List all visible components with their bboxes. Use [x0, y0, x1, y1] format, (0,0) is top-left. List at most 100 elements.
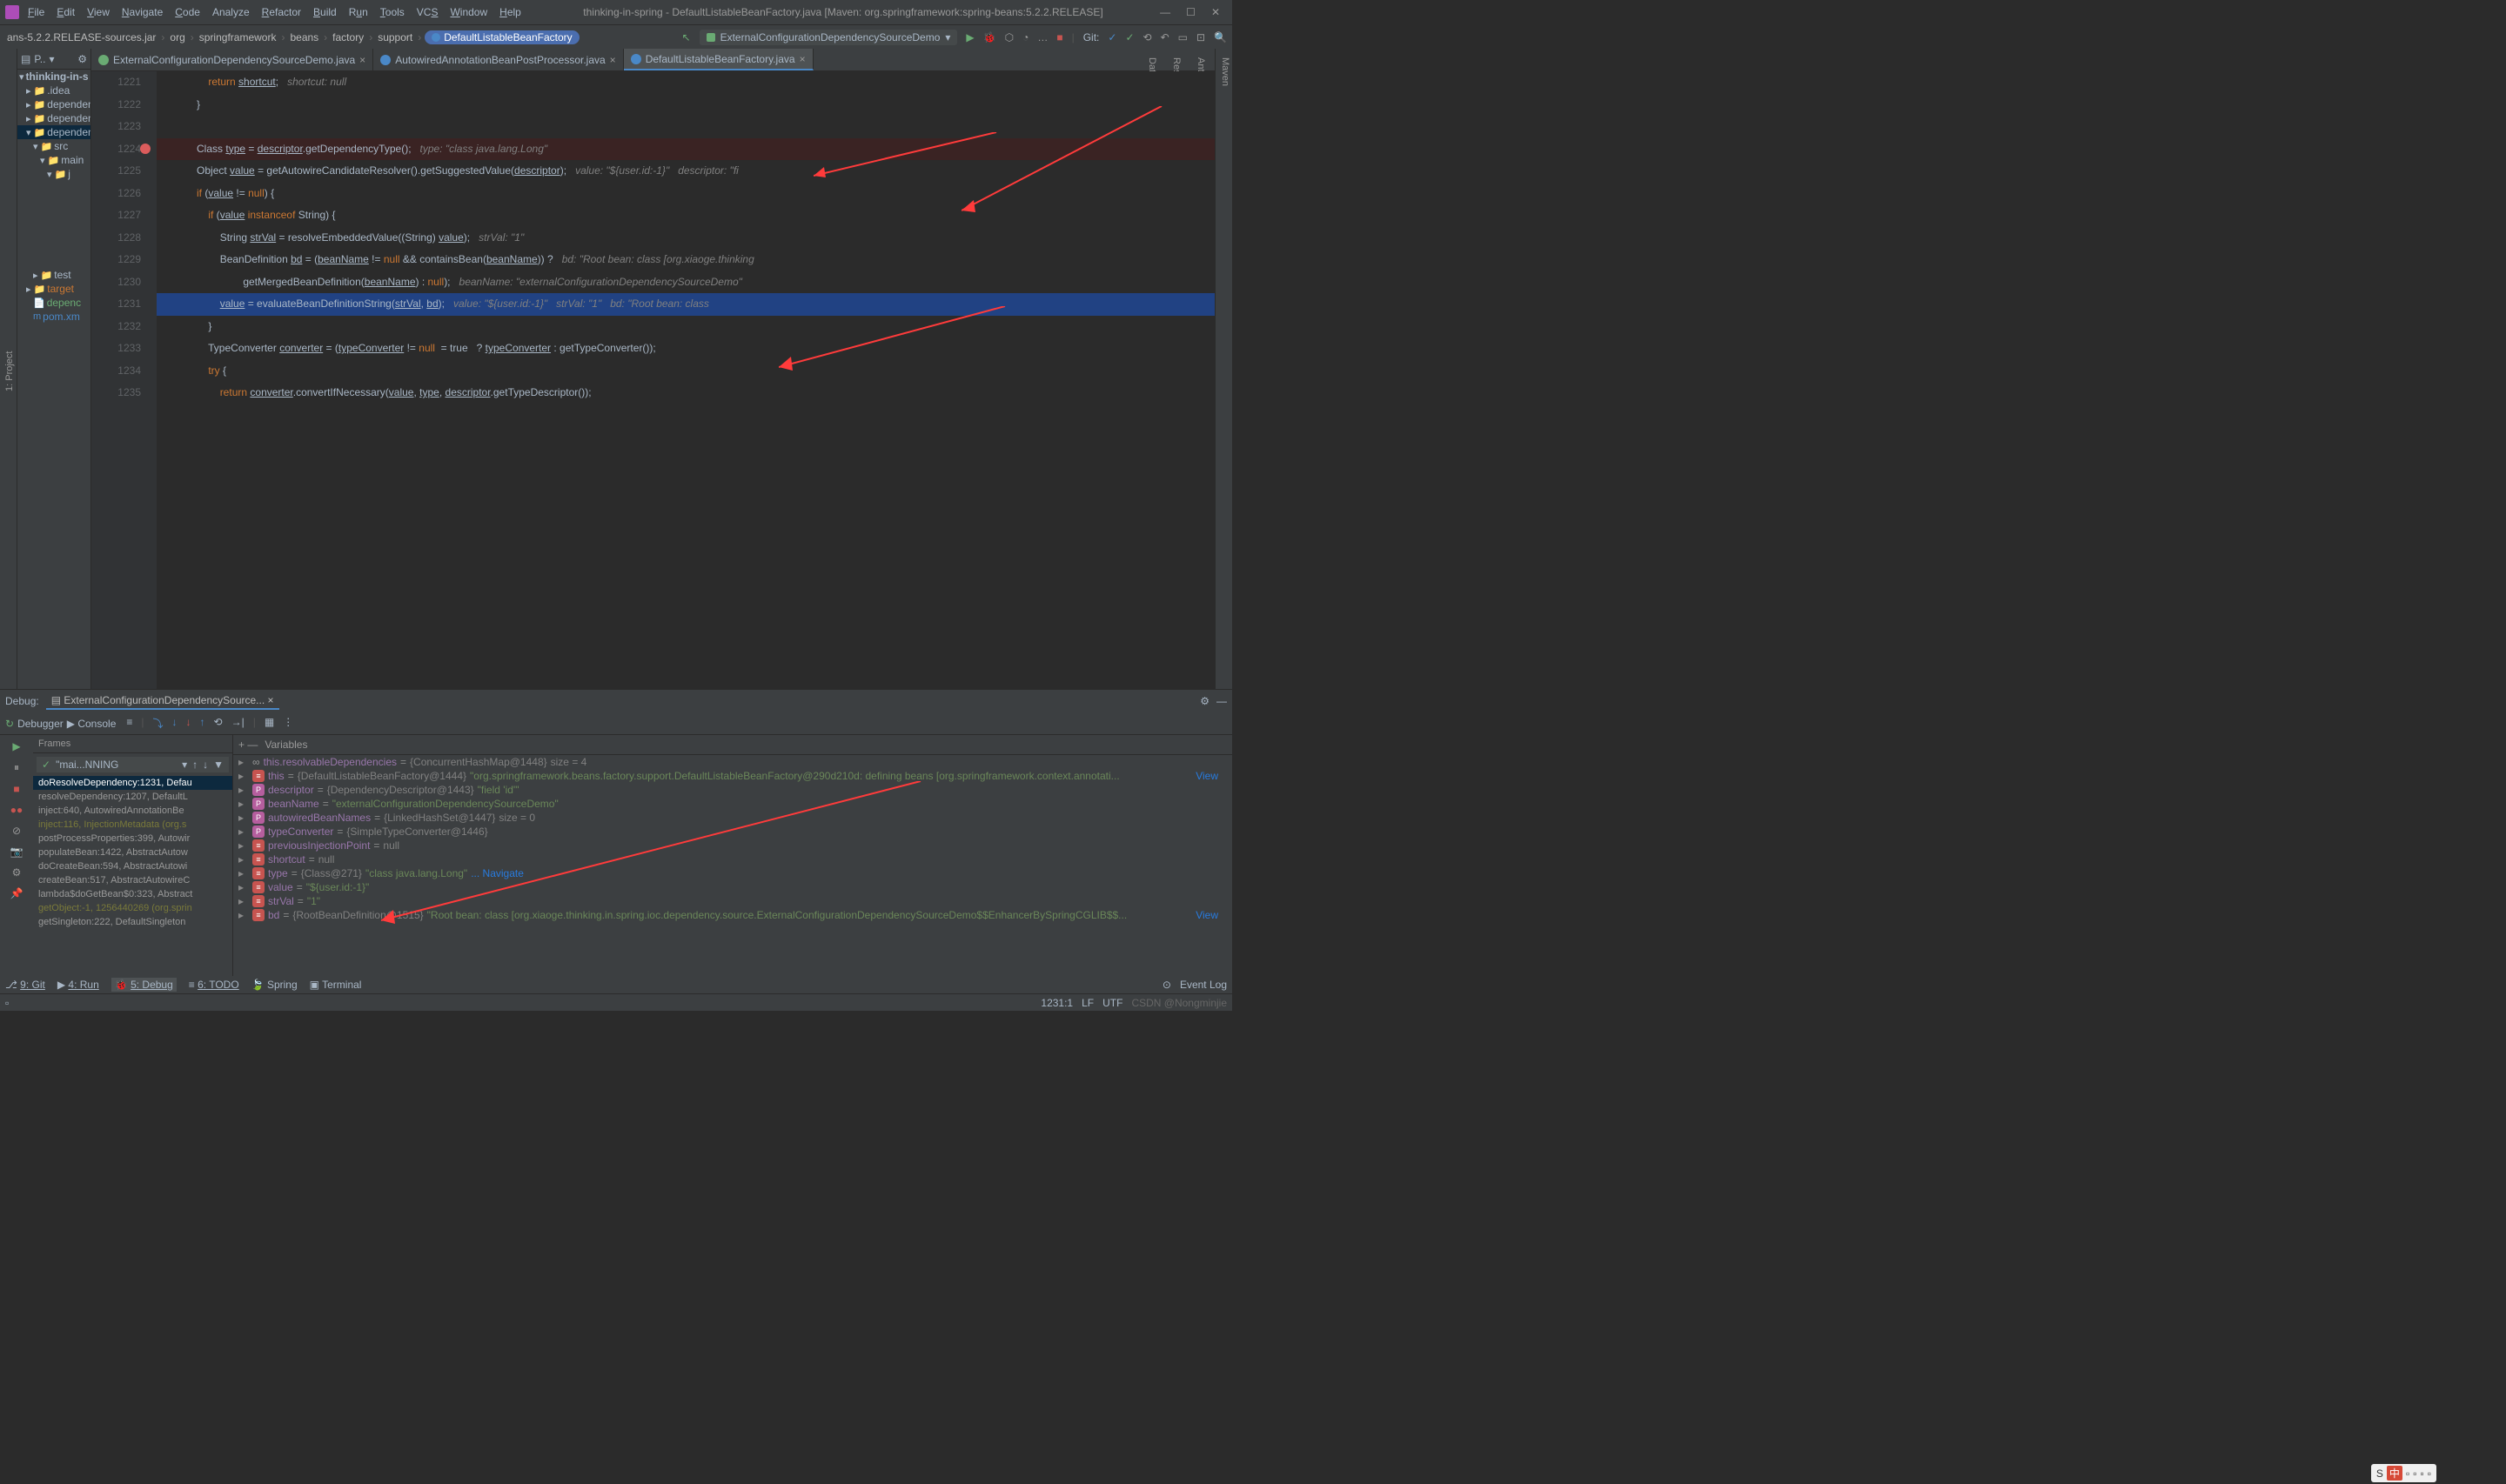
- git-commit-icon[interactable]: ✓: [1125, 31, 1134, 43]
- tree-node[interactable]: 📄 depenc: [17, 296, 90, 310]
- variable-row[interactable]: ▸≡ previousInjectionPoint = null: [233, 839, 1232, 852]
- menu-navigate[interactable]: Navigate: [117, 4, 168, 20]
- tree-node[interactable]: ▸ 📁 dependen: [17, 97, 90, 111]
- tree-root[interactable]: ▾ thinking-in-s: [17, 70, 90, 84]
- menu-vcs[interactable]: VCS: [412, 4, 444, 20]
- variable-row[interactable]: ▸∞ this.resolvableDependencies = {Concur…: [233, 755, 1232, 769]
- debug-icon[interactable]: 🐞: [983, 31, 996, 43]
- mute-icon[interactable]: ⊘: [12, 825, 21, 837]
- breadcrumb-seg[interactable]: ans-5.2.2.RELEASE-sources.jar: [5, 31, 157, 43]
- pause-icon[interactable]: ⏸: [14, 761, 19, 774]
- tree-node[interactable]: ▸ 📁 target: [17, 282, 90, 296]
- minimize-button[interactable]: —: [1160, 6, 1170, 18]
- project-tool-button[interactable]: 1: Project: [3, 54, 17, 689]
- evaluate-icon[interactable]: ▦: [265, 716, 274, 731]
- run-tool-button[interactable]: ▶ 4: Run: [57, 979, 99, 991]
- stack-frame[interactable]: lambda$doGetBean$0:323, Abstract: [33, 887, 232, 901]
- force-step-icon[interactable]: ↓: [186, 716, 191, 731]
- tree-node[interactable]: ▸ 📁 dependen: [17, 111, 90, 125]
- maven-tool-button[interactable]: Maven: [1218, 54, 1232, 689]
- git-update-icon[interactable]: ✓: [1108, 31, 1116, 43]
- breadcrumb-file[interactable]: DefaultListableBeanFactory: [425, 30, 579, 44]
- git-history-icon[interactable]: ⟲: [1143, 31, 1152, 43]
- close-button[interactable]: ✕: [1211, 6, 1220, 18]
- rerun-icon[interactable]: ↻: [5, 718, 14, 730]
- thread-selector[interactable]: ✓"mai...NNING▾ ↑ ↓ ▼: [37, 757, 229, 772]
- todo-tool-button[interactable]: ≡ 6: TODO: [189, 979, 239, 991]
- search-icon[interactable]: 🔍: [1214, 31, 1227, 43]
- step-over-icon[interactable]: ⤵: [153, 716, 164, 731]
- run-icon[interactable]: ▶: [966, 31, 974, 43]
- tree-node[interactable]: m pom.xm: [17, 310, 90, 324]
- menu-file[interactable]: FFileile: [23, 4, 50, 20]
- tree-node[interactable]: ▾ 📁 j: [17, 167, 90, 181]
- menu-code[interactable]: Code: [170, 4, 205, 20]
- stack-frame[interactable]: doCreateBean:594, AbstractAutowi: [33, 859, 232, 873]
- variable-row[interactable]: ▸P beanName = "externalConfigurationDepe…: [233, 797, 1232, 811]
- profile-icon[interactable]: ◔: [1022, 31, 1029, 43]
- step-out-icon[interactable]: ↑: [200, 716, 205, 731]
- tree-node[interactable]: ▾ 📁 src: [17, 139, 90, 153]
- close-tab-icon[interactable]: ×: [359, 54, 365, 66]
- menu-view[interactable]: View: [82, 4, 115, 20]
- gear-icon[interactable]: ⚙: [1200, 695, 1209, 707]
- status-icon[interactable]: ▫: [5, 997, 9, 1009]
- variable-row[interactable]: ▸≡ value = "${user.id:-1}": [233, 880, 1232, 894]
- tree-node[interactable]: ▾ 📁 dependen: [17, 125, 90, 139]
- variable-row[interactable]: ▸P descriptor = {DependencyDescriptor@14…: [233, 783, 1232, 797]
- variable-row[interactable]: ▸≡ shortcut = null: [233, 852, 1232, 866]
- stack-frame[interactable]: inject:640, AutowiredAnnotationBe: [33, 804, 232, 818]
- stack-frame[interactable]: postProcessProperties:399, Autowir: [33, 832, 232, 846]
- code-editor[interactable]: 1221122212231224122512261227122812291230…: [91, 71, 1215, 689]
- hide-icon[interactable]: —: [1216, 695, 1227, 707]
- thread-dump-icon[interactable]: 📷: [10, 846, 23, 858]
- variable-row[interactable]: ▸≡ this = {DefaultListableBeanFactory@14…: [233, 769, 1232, 783]
- ime-indicator[interactable]: S中▫▫▫▫: [2371, 1464, 2436, 1482]
- line-sep[interactable]: LF: [1082, 997, 1094, 1009]
- stack-frame[interactable]: inject:116, InjectionMetadata (org.s: [33, 818, 232, 832]
- resume-icon[interactable]: ▶: [12, 740, 20, 752]
- debugger-tab[interactable]: Debugger: [17, 718, 64, 730]
- menu-window[interactable]: Window: [445, 4, 492, 20]
- stop-icon[interactable]: ■: [1056, 31, 1062, 43]
- editor-tab[interactable]: AutowiredAnnotationBeanPostProcessor.jav…: [373, 49, 624, 70]
- close-tab-icon[interactable]: ×: [800, 53, 806, 65]
- terminal-tool-button[interactable]: ▣ Terminal: [310, 979, 362, 991]
- maximize-button[interactable]: ☐: [1186, 6, 1196, 18]
- stack-frame[interactable]: getObject:-1, 1256440269 (org.sprin: [33, 901, 232, 915]
- variable-row[interactable]: ▸≡ bd = {RootBeanDefinition@1515} "Root …: [233, 908, 1232, 922]
- variable-row[interactable]: ▸P autowiredBeanNames = {LinkedHashSet@1…: [233, 811, 1232, 825]
- breadcrumb-seg[interactable]: factory: [331, 31, 365, 43]
- breadcrumb-seg[interactable]: org: [168, 31, 186, 43]
- pin-icon[interactable]: 📌: [10, 887, 23, 899]
- event-log-button[interactable]: ⊙ Event Log: [1163, 979, 1227, 991]
- menu-help[interactable]: Help: [494, 4, 526, 20]
- more-icon[interactable]: ▭: [1178, 31, 1188, 43]
- build-icon[interactable]: ⊡: [1196, 31, 1205, 43]
- drop-frame-icon[interactable]: ⟲: [214, 716, 223, 731]
- breakpoints-icon[interactable]: ●●: [10, 804, 23, 816]
- menu-refactor[interactable]: Refactor: [257, 4, 306, 20]
- spring-tool-button[interactable]: 🍃 Spring: [251, 979, 298, 991]
- editor-tab[interactable]: ExternalConfigurationDependencySourceDem…: [91, 49, 373, 70]
- trace-icon[interactable]: ⋮: [283, 716, 293, 731]
- reload-icon[interactable]: ↖: [682, 31, 691, 43]
- run-config-selector[interactable]: ExternalConfigurationDependencySourceDem…: [700, 30, 958, 45]
- tree-node[interactable]: ▾ 📁 main: [17, 153, 90, 167]
- stack-frame[interactable]: resolveDependency:1207, DefaultL: [33, 790, 232, 804]
- debug-tool-button[interactable]: 🐞 5: Debug: [111, 978, 177, 992]
- git-revert-icon[interactable]: ↶: [1161, 31, 1169, 43]
- stack-frame[interactable]: doResolveDependency:1231, Defau: [33, 776, 232, 790]
- variable-row[interactable]: ▸≡ type = {Class@271} "class java.lang.L…: [233, 866, 1232, 880]
- variable-row[interactable]: ▸P typeConverter = {SimpleTypeConverter@…: [233, 825, 1232, 839]
- run-to-cursor-icon[interactable]: →|: [231, 716, 245, 731]
- menu-edit[interactable]: Edit: [51, 4, 80, 20]
- stack-frame[interactable]: createBean:517, AbstractAutowireC: [33, 873, 232, 887]
- layout-icon[interactable]: ≡: [126, 716, 132, 731]
- breadcrumb-seg[interactable]: support: [376, 31, 414, 43]
- stop-icon[interactable]: ■: [13, 783, 19, 795]
- stack-frame[interactable]: populateBean:1422, AbstractAutow: [33, 846, 232, 859]
- stack-frame[interactable]: getSingleton:222, DefaultSingleton: [33, 915, 232, 929]
- menu-build[interactable]: Build: [308, 4, 342, 20]
- tree-node[interactable]: ▸ 📁 test: [17, 268, 90, 282]
